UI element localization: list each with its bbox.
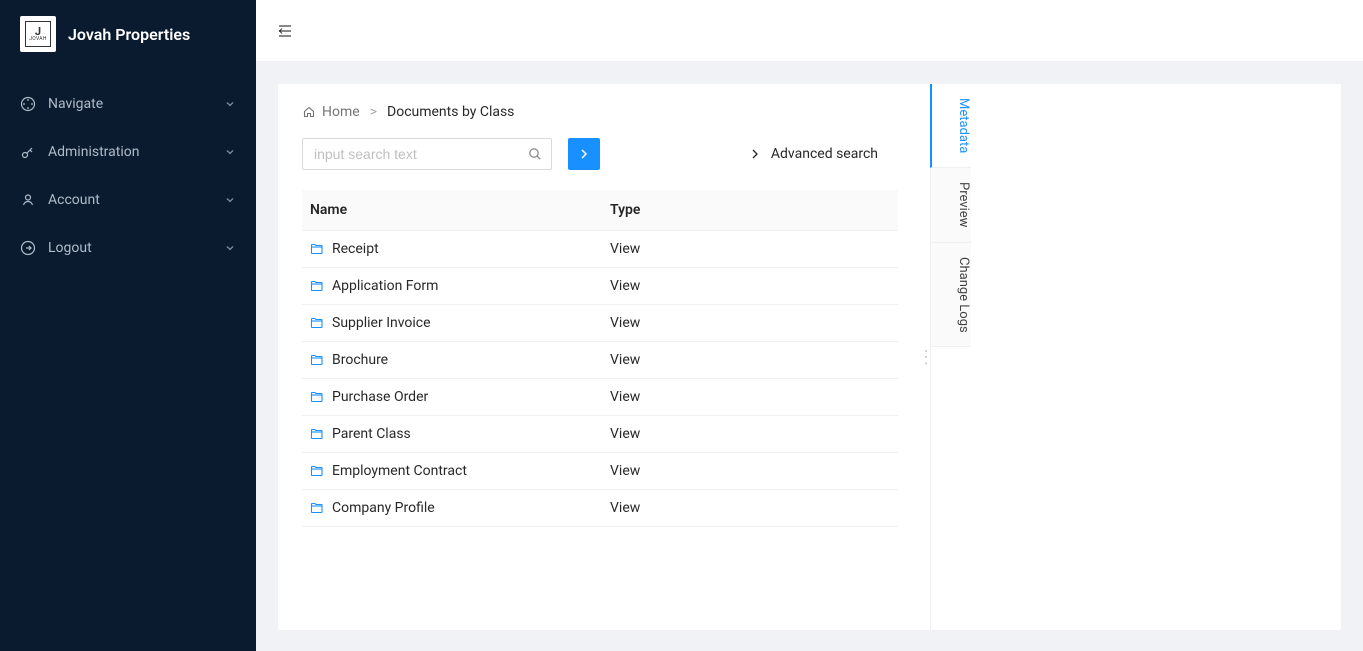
folder-open-icon: [310, 242, 324, 256]
cell-name[interactable]: Brochure: [302, 342, 602, 378]
cell-type[interactable]: View: [602, 268, 898, 304]
folder-open-icon: [310, 353, 324, 367]
table-row: Company Profile View: [302, 490, 898, 527]
folder-open-icon: [310, 427, 324, 441]
compass-icon: [20, 96, 36, 112]
folder-open-icon: [310, 390, 324, 404]
sidebar-item-administration[interactable]: Administration: [0, 128, 256, 176]
cell-name[interactable]: Supplier Invoice: [302, 305, 602, 341]
sidebar-item-label: Navigate: [48, 96, 212, 112]
table-row: Application Form View: [302, 268, 898, 305]
cell-name[interactable]: Company Profile: [302, 490, 602, 526]
sidebar: JJOVAH Jovah Properties Navigate Adminis…: [0, 0, 256, 651]
table-row: Brochure View: [302, 342, 898, 379]
user-icon: [20, 192, 36, 208]
topbar: [256, 0, 1363, 62]
cell-type[interactable]: View: [602, 305, 898, 341]
brand-name: Jovah Properties: [68, 25, 190, 44]
table-body: ReceiptViewApplication FormViewSupplier …: [302, 231, 898, 527]
sidebar-nav: Navigate Administration Account: [0, 68, 256, 272]
breadcrumb: Home > Documents by Class: [302, 104, 898, 120]
sidebar-item-logout[interactable]: Logout: [0, 224, 256, 272]
cell-type[interactable]: View: [602, 342, 898, 378]
tab-metadata[interactable]: Metadata: [930, 84, 971, 168]
cell-type[interactable]: View: [602, 490, 898, 526]
table-row: Purchase Order View: [302, 379, 898, 416]
table-row: Employment Contract View: [302, 453, 898, 490]
chevron-right-icon: [749, 148, 761, 160]
search-row: Advanced search: [302, 138, 898, 170]
tab-change-logs[interactable]: Change Logs: [931, 243, 971, 348]
sidebar-item-label: Administration: [48, 144, 212, 160]
cell-name[interactable]: Application Form: [302, 268, 602, 304]
panel-main: Home > Documents by Class: [278, 84, 922, 630]
search-box: [302, 138, 552, 170]
side-tabs: Metadata Preview Change Logs: [931, 84, 971, 630]
menu-fold-icon[interactable]: [276, 22, 294, 40]
tab-preview[interactable]: Preview: [931, 168, 971, 242]
row-name-label: Employment Contract: [332, 463, 467, 479]
advanced-search-label: Advanced search: [771, 146, 878, 162]
breadcrumb-home-label: Home: [322, 104, 360, 120]
cell-name[interactable]: Employment Contract: [302, 453, 602, 489]
panel: Home > Documents by Class: [278, 84, 1341, 630]
row-name-label: Parent Class: [332, 426, 411, 442]
sidebar-item-account[interactable]: Account: [0, 176, 256, 224]
main-area: Home > Documents by Class: [256, 0, 1363, 651]
search-button[interactable]: [568, 138, 600, 170]
folder-open-icon: [310, 316, 324, 330]
chevron-down-icon: [224, 146, 236, 158]
breadcrumb-current: Documents by Class: [387, 104, 514, 120]
chevron-down-icon: [224, 194, 236, 206]
brand-area[interactable]: JJOVAH Jovah Properties: [0, 0, 256, 68]
sidebar-item-navigate[interactable]: Navigate: [0, 80, 256, 128]
folder-open-icon: [310, 279, 324, 293]
col-header-name[interactable]: Name: [302, 190, 602, 230]
table-row: Supplier Invoice View: [302, 305, 898, 342]
row-name-label: Application Form: [332, 278, 438, 294]
sidebar-item-label: Account: [48, 192, 212, 208]
key-icon: [20, 144, 36, 160]
search-input[interactable]: [302, 138, 552, 170]
folder-open-icon: [310, 501, 324, 515]
side-tab-content: [971, 84, 1341, 630]
advanced-search-toggle[interactable]: Advanced search: [749, 146, 878, 162]
documents-table: Name Type Receipt View Application Form Vie…: [302, 190, 898, 527]
brand-logo: JJOVAH: [20, 16, 56, 52]
cell-type[interactable]: View: [602, 231, 898, 267]
panel-side: Metadata Preview Change Logs: [930, 84, 1341, 630]
panel-resize-handle[interactable]: ⋮: [922, 84, 930, 630]
chevron-right-icon: [578, 148, 590, 160]
logout-icon: [20, 240, 36, 256]
cell-type[interactable]: View: [602, 416, 898, 452]
sidebar-item-label: Logout: [48, 240, 212, 256]
table-row: Parent Class View: [302, 416, 898, 453]
row-name-label: Brochure: [332, 352, 388, 368]
content: Home > Documents by Class: [256, 62, 1363, 651]
row-name-label: Supplier Invoice: [332, 315, 431, 331]
row-name-label: Company Profile: [332, 500, 435, 516]
home-icon: [302, 105, 316, 119]
col-header-type[interactable]: Type: [602, 190, 898, 230]
breadcrumb-separator: >: [370, 104, 377, 120]
row-name-label: Purchase Order: [332, 389, 428, 405]
cell-name[interactable]: Receipt: [302, 231, 602, 267]
row-name-label: Receipt: [332, 241, 379, 257]
search-icon: [528, 147, 542, 161]
folder-open-icon: [310, 464, 324, 478]
breadcrumb-home[interactable]: Home: [302, 104, 360, 120]
cell-name[interactable]: Parent Class: [302, 416, 602, 452]
chevron-down-icon: [224, 242, 236, 254]
cell-type[interactable]: View: [602, 379, 898, 415]
chevron-down-icon: [224, 98, 236, 110]
table-header: Name Type: [302, 190, 898, 231]
cell-name[interactable]: Purchase Order: [302, 379, 602, 415]
cell-type[interactable]: View: [602, 453, 898, 489]
table-row: Receipt View: [302, 231, 898, 268]
